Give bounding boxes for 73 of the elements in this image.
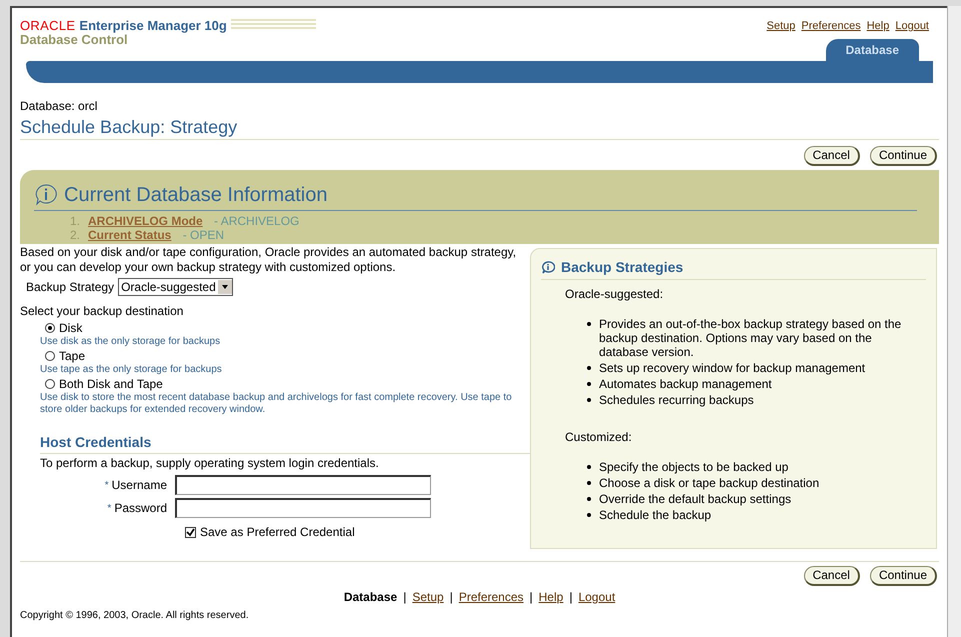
intro-text: Based on your disk and/or tape configuration, Oracle provides an automated backup strategy, or you can develop your own backup strategy with customized options. [20, 245, 518, 275]
checkbox-label: Save as Preferred Credential [200, 524, 355, 541]
tip-heading: Customized: [565, 429, 633, 446]
footer-link[interactable]: Help [538, 588, 564, 606]
footer-link[interactable]: Setup [412, 588, 444, 606]
separator: | [403, 589, 406, 606]
global-link[interactable]: Logout [895, 18, 929, 34]
radio-button[interactable] [45, 351, 55, 361]
footer-link[interactable]: Preferences [458, 588, 524, 606]
database-label: Database: orcl [20, 98, 98, 115]
bullet-icon [587, 481, 591, 485]
bullet-icon [587, 513, 591, 517]
info-value: - ARCHIVELOG [213, 214, 300, 228]
footer-link[interactable]: Database [344, 588, 398, 606]
bullet-icon [587, 366, 591, 370]
tip-item: Choose a disk or tape backup destination [599, 476, 820, 490]
required-mark: * [107, 502, 112, 516]
bullet-icon [587, 322, 591, 326]
info-icon [34, 183, 58, 207]
action-button[interactable]: Cancel [804, 566, 860, 586]
credentials-description: To perform a backup, supply operating system login credentials. [40, 455, 380, 472]
checkbox[interactable] [185, 526, 196, 538]
text-field[interactable] [175, 475, 431, 495]
section-title: Host Credentials [40, 432, 530, 454]
global-link[interactable]: Setup [766, 18, 796, 34]
tip-item: Sets up recovery window for backup management [599, 361, 866, 375]
tip-title: Backup Strategies [561, 258, 684, 277]
product-name: Enterprise Manager 10g [79, 18, 227, 32]
field-label: Select your backup destination [20, 303, 184, 320]
radio-button[interactable] [45, 379, 55, 389]
tip-item: Provides an out-of-the-box backup strategy based on the backup destination. Options may vary based on the database version. [599, 317, 902, 359]
stripes-icon [230, 18, 316, 32]
page-title: Schedule Backup: Strategy [20, 115, 939, 140]
option-hint: Use disk to store the most recent database backup and archivelogs for fast complete recovery. Use tape to store older backups for extended recovery window. [40, 392, 513, 416]
radio-label: Both Disk and Tape [59, 376, 163, 392]
tip-item: Override the default backup settings [599, 492, 792, 506]
radio-label: Disk [59, 320, 82, 336]
product-subtitle: Database Control [20, 32, 128, 47]
option-hint: Use tape as the only storage for backups [40, 364, 223, 376]
bullet-icon [587, 398, 591, 402]
separator: | [450, 589, 453, 606]
info-icon [541, 261, 555, 274]
required-mark: * [104, 478, 109, 492]
tip-item: Automates backup management [599, 377, 772, 391]
info-title: Current Database Information [64, 183, 328, 208]
tip-item: Schedule the backup [599, 508, 712, 522]
radio-button[interactable] [45, 323, 55, 333]
global-link[interactable]: Preferences [801, 18, 861, 34]
copyright-text: Copyright © 1996, 2003, Oracle. All rights reserved. [20, 609, 250, 623]
action-button[interactable]: Cancel [804, 146, 860, 166]
action-button[interactable]: Continue [870, 146, 937, 166]
tip-item: Specify the objects to be backed up [599, 460, 788, 474]
field-label: Backup Strategy [26, 279, 114, 296]
separator: | [530, 589, 533, 606]
tip-heading: Oracle-suggested: [565, 286, 664, 303]
bullet-icon [587, 465, 591, 469]
action-button[interactable]: Continue [870, 566, 937, 586]
field-label: Username [112, 477, 167, 494]
bullet-icon [587, 497, 591, 501]
separator: | [569, 589, 572, 606]
field-label: Password [114, 500, 167, 517]
oracle-logo: ORACLE [20, 18, 76, 32]
radio-label: Tape [59, 348, 86, 364]
backup-strategy-select[interactable]: Oracle-suggested [118, 278, 233, 296]
dropdown-icon [218, 280, 232, 294]
footer-link[interactable]: Logout [578, 588, 616, 606]
text-field[interactable] [175, 498, 431, 518]
bullet-icon [587, 382, 591, 386]
info-value: - OPEN [182, 228, 224, 242]
tip-item: Schedules recurring backups [599, 393, 754, 407]
tab[interactable]: Database [826, 39, 919, 61]
global-link[interactable]: Help [866, 18, 890, 34]
option-hint: Use disk as the only storage for backups [40, 336, 222, 348]
